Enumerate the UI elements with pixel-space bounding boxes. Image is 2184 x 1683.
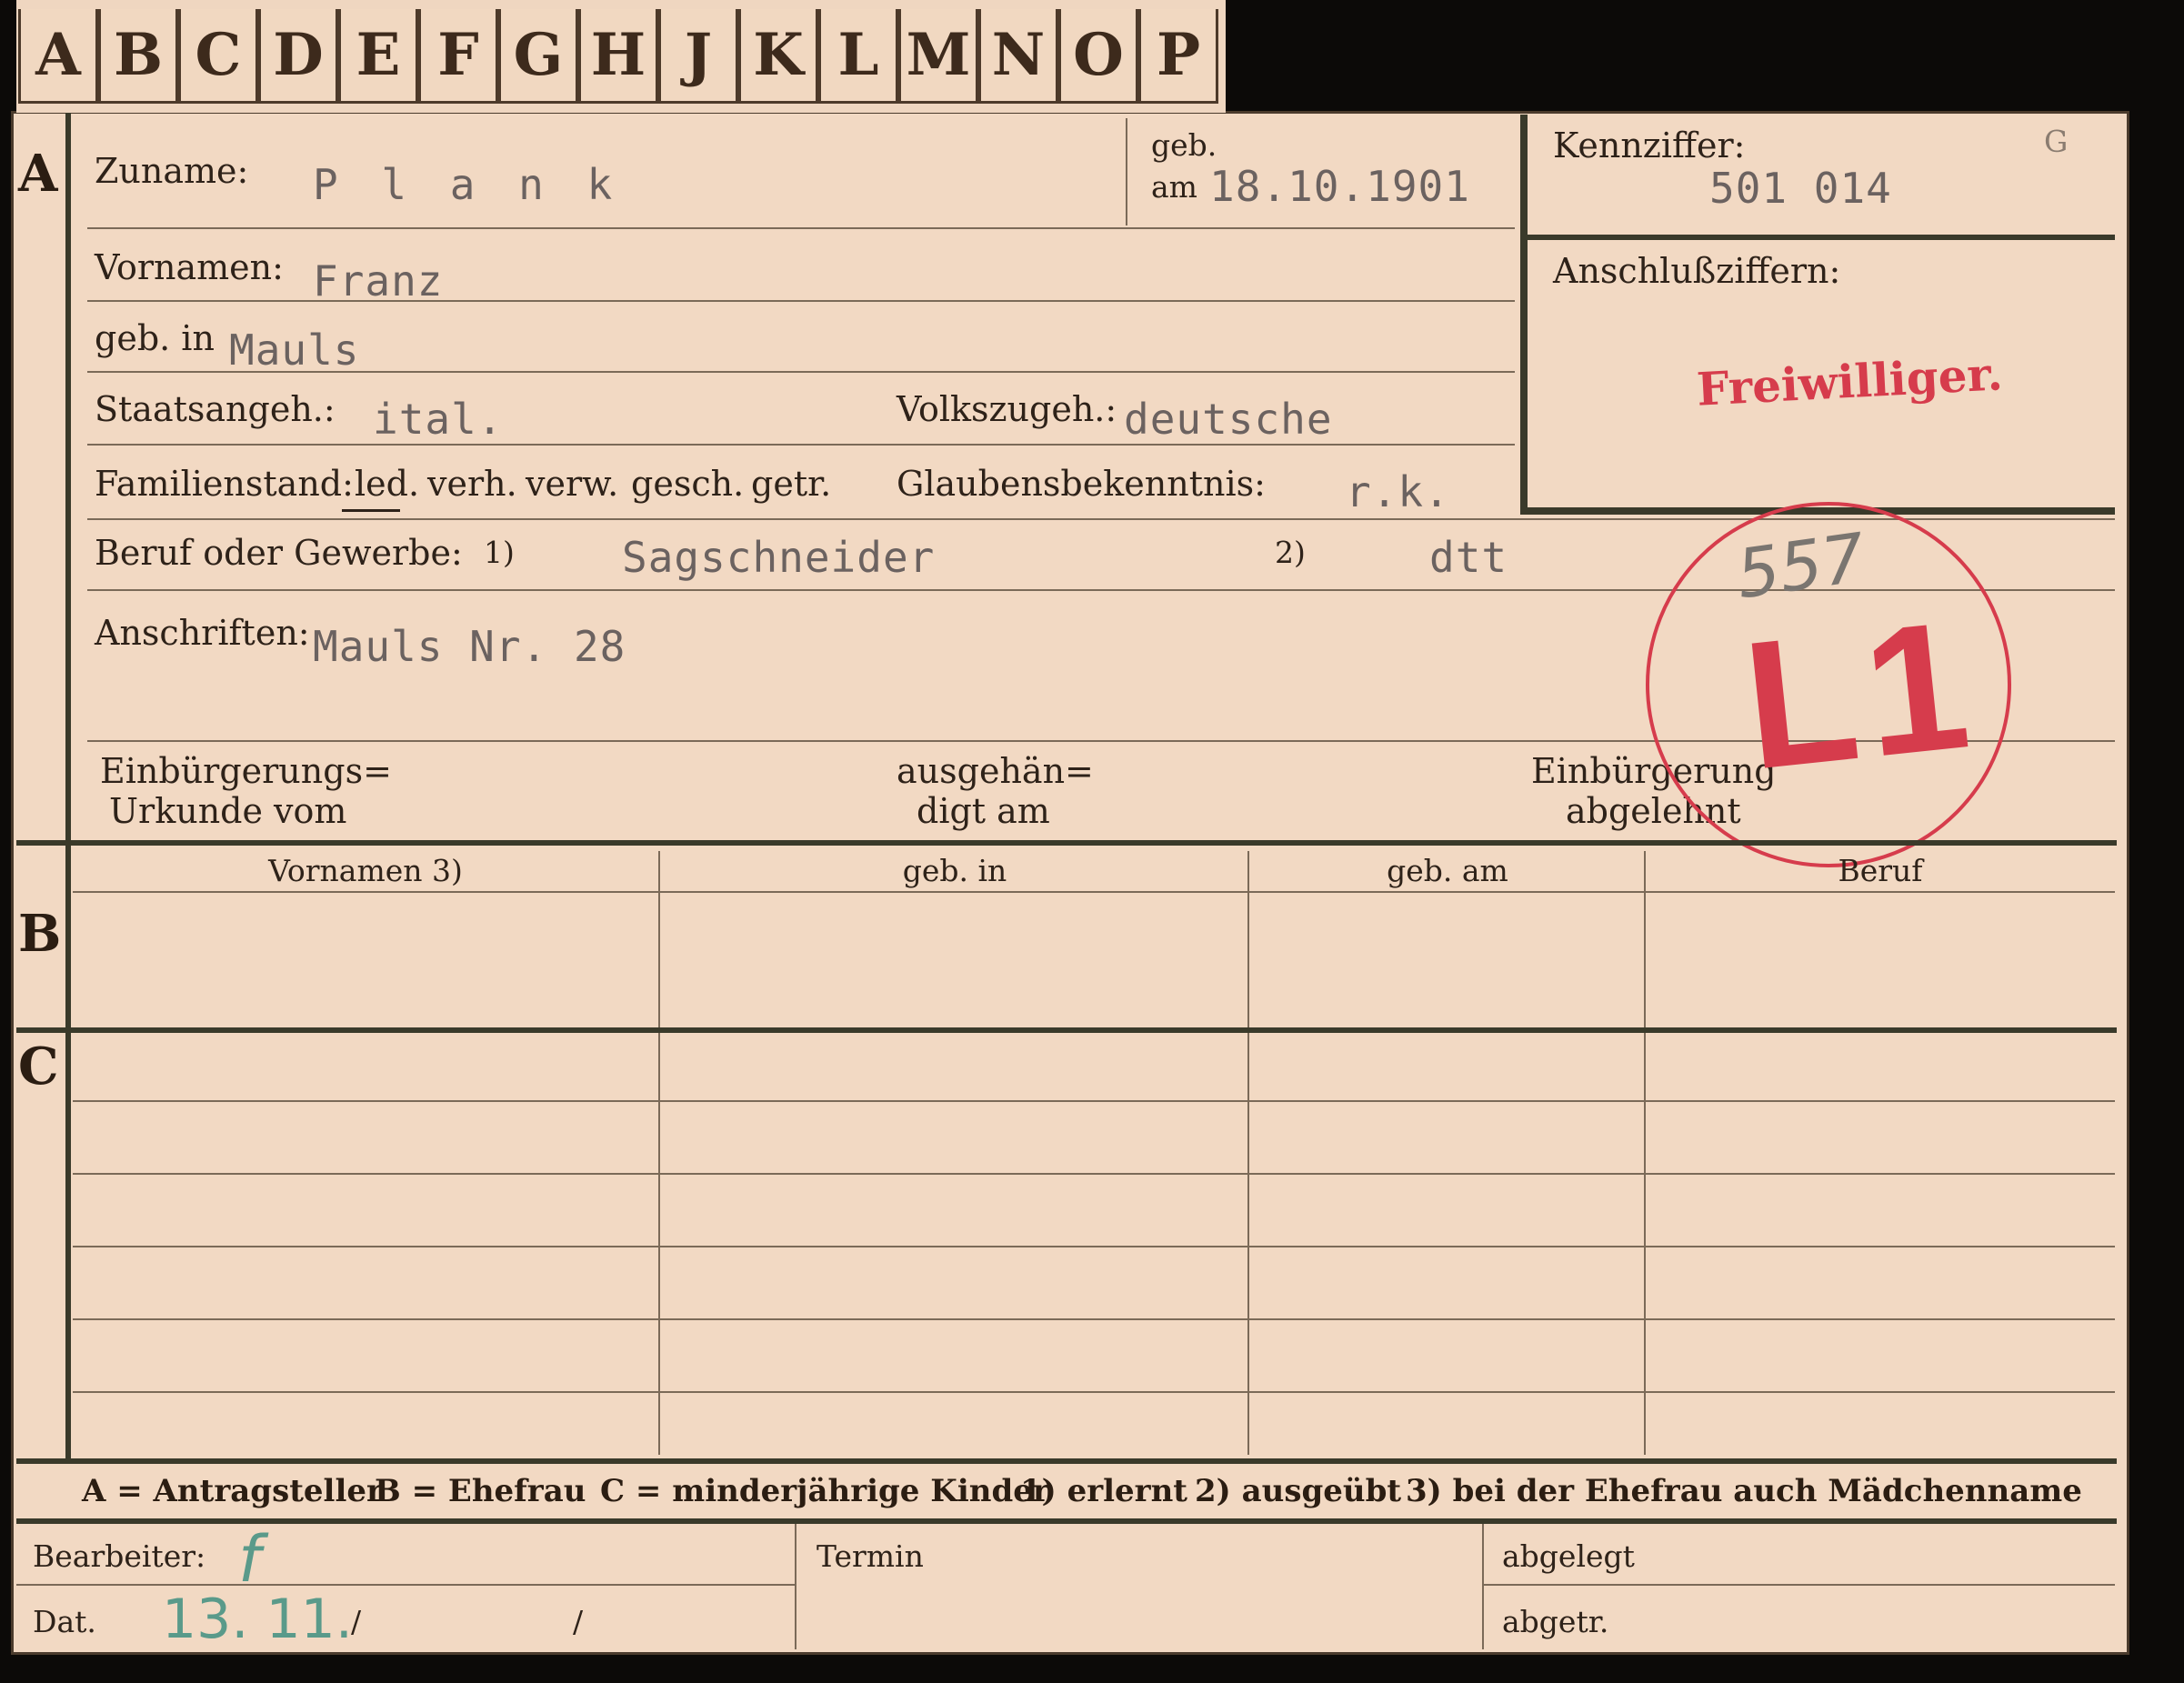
rule <box>87 300 1515 302</box>
rule <box>795 1524 796 1649</box>
citizenship-label: Staatsangeh.: <box>95 389 336 429</box>
marital-option-single: led. <box>355 464 420 504</box>
col-sep-1 <box>658 851 660 1455</box>
legend-note-3: 3) bei der Ehefrau auch Mädchenname <box>1406 1473 2082 1509</box>
religion-value: r.k. <box>1346 467 1450 516</box>
ethnicity-label: Volkszugeh.: <box>897 389 1117 429</box>
table-row <box>73 1246 2115 1247</box>
birth-divider <box>1126 118 1127 225</box>
rule <box>87 227 1515 229</box>
alphabet-tab-n: N <box>978 9 1058 104</box>
alphabet-tab-d: D <box>258 9 338 104</box>
marital-option-widowed: verw. <box>526 464 619 504</box>
naturalization-cert-label-1: Einbürgerungs= <box>100 751 392 791</box>
section-b-letter: B <box>18 904 62 964</box>
marital-underline <box>342 509 400 512</box>
occupation-label: Beruf oder Gewerbe: <box>95 533 463 573</box>
id-value: 501 014 <box>1709 164 1892 213</box>
date-slash-1: / <box>351 1604 362 1639</box>
filed2-label: abgetr. <box>1502 1604 1609 1639</box>
occupation-value-1: Sagschneider <box>622 533 936 582</box>
birthplace-value: Mauls <box>229 326 360 375</box>
address-label: Anschriften: <box>95 613 310 653</box>
handed-over-label-1: ausgehän= <box>897 751 1094 791</box>
marital-option-divorced: gesch. <box>631 464 745 504</box>
date-slash-2: / <box>573 1604 584 1639</box>
alphabet-tab-k: K <box>738 9 818 104</box>
alphabet-tab-h: H <box>578 9 658 104</box>
col-header-occupation: Beruf <box>1838 853 1923 888</box>
section-b-c-rule <box>16 1027 2117 1033</box>
section-a-letter: A <box>18 144 58 204</box>
birth-date: 18.10.1901 <box>1209 162 1470 211</box>
born-label: geb. <box>1151 127 1217 163</box>
born-on-label: am <box>1151 169 1197 205</box>
handed-over-label-2: digt am <box>917 791 1050 831</box>
alphabet-tab-a: A <box>18 9 98 104</box>
religion-label: Glaubensbekenntnis: <box>897 464 1266 504</box>
alphabet-tab-c: C <box>178 9 258 104</box>
alphabet-tab-l: L <box>818 9 898 104</box>
birthplace-label: geb. in <box>95 318 215 358</box>
col-header-given-names: Vornamen 3) <box>268 853 463 888</box>
alphabet-tab-g: G <box>498 9 578 104</box>
col-sep-2 <box>1247 851 1249 1455</box>
id-letter: G <box>2044 124 2069 159</box>
rule <box>87 371 1515 373</box>
legend-a: A = Antragsteller <box>82 1473 383 1509</box>
alphabet-tab-p: P <box>1138 9 1218 104</box>
legend-top-rule <box>16 1458 2117 1464</box>
legend-note-1: 1) erlernt <box>1020 1473 1188 1509</box>
table-row <box>73 1391 2115 1393</box>
citizenship-value: ital. <box>373 395 504 444</box>
surname-label: Zuname: <box>95 151 249 191</box>
given-names-value: Franz <box>313 256 444 306</box>
marital-option-separated: getr. <box>751 464 832 504</box>
occupation-mark-2: 2) <box>1275 535 1306 570</box>
naturalization-cert-label-2: Urkunde vom <box>109 791 347 831</box>
surname-value: P l a n k <box>313 160 622 209</box>
occupation-value-2: dtt <box>1429 533 1508 582</box>
col-header-birthplace: geb. in <box>902 853 1007 888</box>
marital-label: Familienstand: <box>95 464 354 504</box>
date-label: Dat. <box>33 1604 96 1639</box>
id-box-divider <box>1528 235 2115 240</box>
section-column-rule <box>65 113 71 1458</box>
legend-c: C = minderjährige Kinder <box>600 1473 1049 1509</box>
address-value: Mauls Nr. 28 <box>313 622 626 671</box>
rule <box>1482 1524 1484 1649</box>
legend-note-2: 2) ausgeübt <box>1195 1473 1402 1509</box>
rule <box>73 891 2115 893</box>
table-row <box>73 1100 2115 1102</box>
table-row <box>73 1173 2115 1175</box>
rule <box>1484 1584 2115 1586</box>
filed-label: abgelegt <box>1502 1538 1635 1574</box>
marital-option-married: verh. <box>427 464 517 504</box>
alphabet-tab-b: B <box>98 9 178 104</box>
legend-bottom-rule <box>16 1518 2117 1524</box>
table-row <box>73 1318 2115 1320</box>
col-header-birthdate: geb. am <box>1387 853 1508 888</box>
id-label: Kennziffer: <box>1553 125 1746 165</box>
alphabet-tab-e: E <box>338 9 418 104</box>
occupation-mark-1: 1) <box>484 535 515 570</box>
rule <box>87 444 1515 446</box>
round-stamp-code: L1 <box>1735 582 1987 808</box>
connection-numbers-label: Anschlußziffern: <box>1553 251 1841 291</box>
alphabet-tab-f: F <box>418 9 498 104</box>
section-c-letter: C <box>18 1037 59 1097</box>
ethnicity-value: deutsche <box>1124 395 1333 444</box>
alphabet-tab-o: O <box>1058 9 1138 104</box>
deadline-label: Termin <box>816 1538 924 1574</box>
alphabet-tab-m: M <box>898 9 978 104</box>
given-names-label: Vornamen: <box>95 247 284 287</box>
rule <box>16 1584 795 1586</box>
section-a-b-rule <box>16 840 2117 846</box>
date-value: 13. 11. <box>162 1588 353 1651</box>
processor-label: Bearbeiter: <box>33 1538 206 1574</box>
col-sep-3 <box>1644 851 1646 1455</box>
legend-b: B = Ehefrau <box>375 1473 586 1509</box>
alphabet-tab-j: J <box>658 9 738 104</box>
